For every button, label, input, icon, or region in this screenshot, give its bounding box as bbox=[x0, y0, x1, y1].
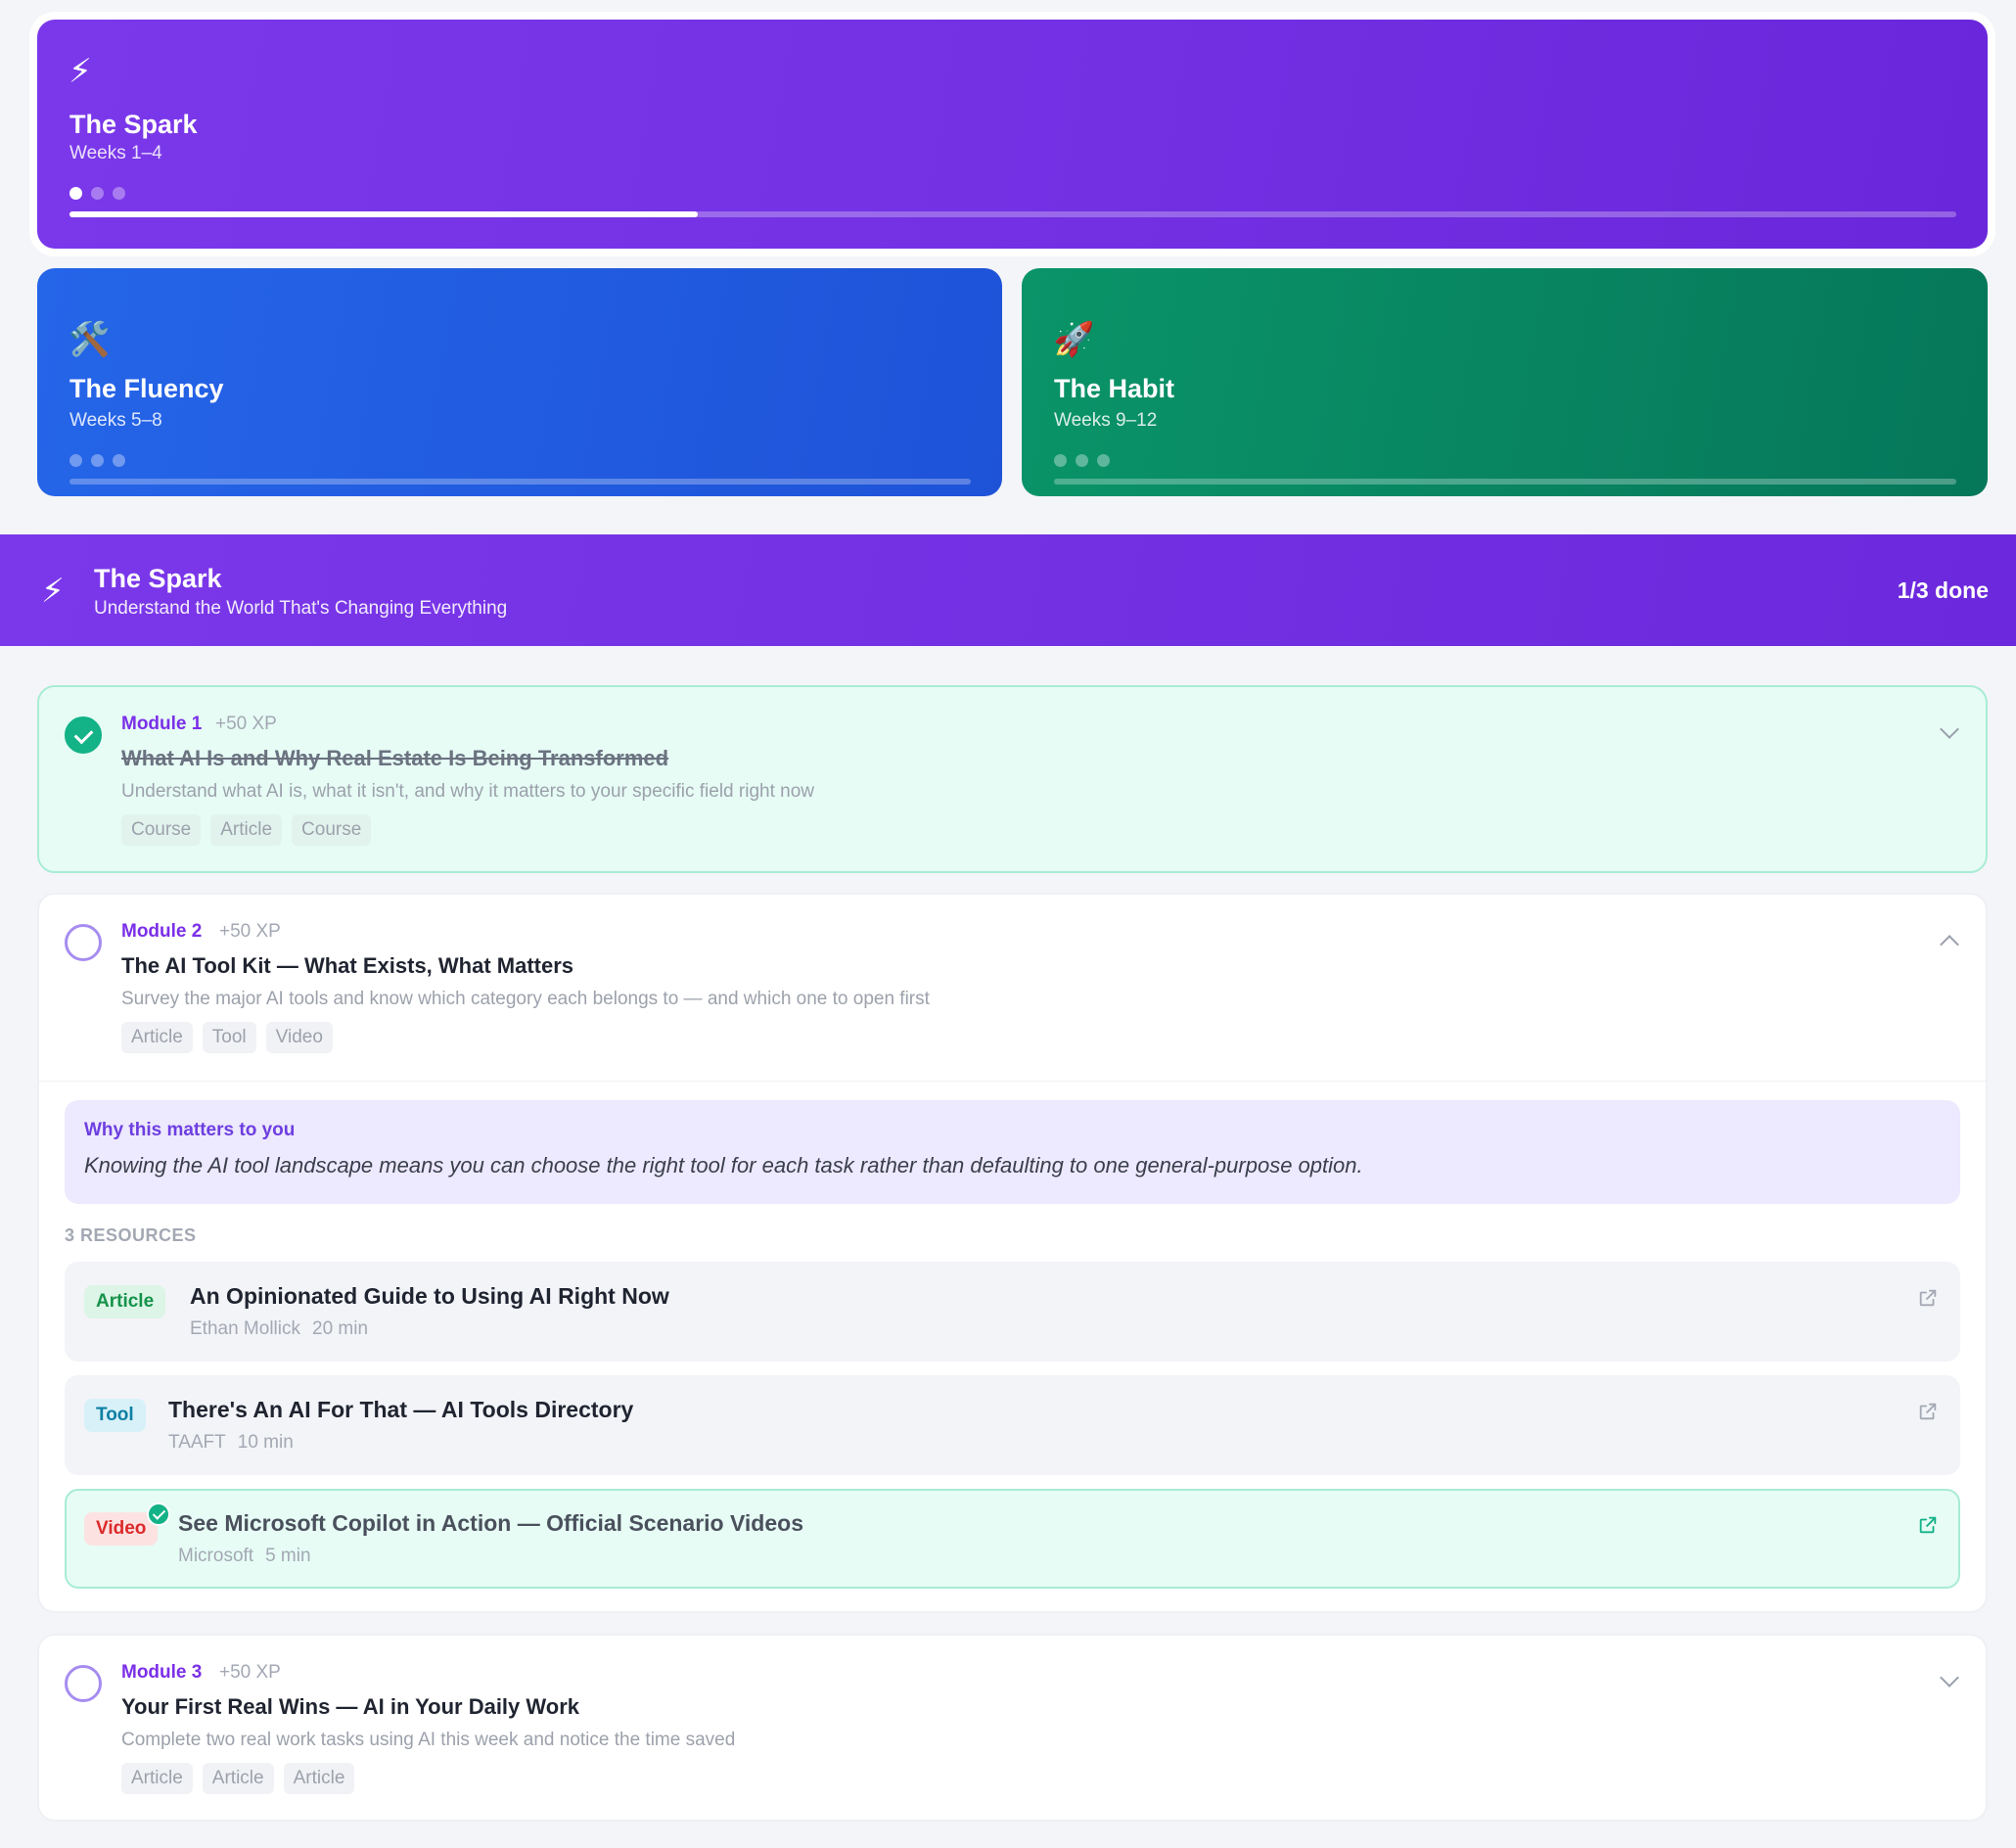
rocket-icon: 🚀 bbox=[1053, 321, 1095, 358]
section-title: The Spark bbox=[94, 564, 222, 593]
phase-module-dots bbox=[69, 454, 125, 467]
module-dot bbox=[1054, 454, 1067, 467]
resource-tag: Article bbox=[121, 1763, 193, 1794]
chevron-down-icon[interactable] bbox=[1940, 1668, 1959, 1687]
module-xp: +50 XP bbox=[215, 714, 277, 734]
external-link-icon[interactable] bbox=[1917, 1287, 1939, 1309]
resource-meta: Microsoft 5 min bbox=[178, 1546, 311, 1567]
phase-title: The Spark bbox=[69, 110, 198, 139]
phase-weeks: Weeks 9–12 bbox=[1054, 410, 1158, 431]
resource-duration: 20 min bbox=[312, 1318, 369, 1339]
module-xp: +50 XP bbox=[219, 921, 281, 942]
resource-source: TAAFT bbox=[168, 1432, 226, 1453]
resource-type-badge: Article bbox=[84, 1285, 166, 1318]
resource-duration: 5 min bbox=[265, 1546, 311, 1566]
module-description: Complete two real work tasks using AI th… bbox=[121, 1730, 736, 1750]
lightning-icon: ⚡ bbox=[69, 53, 92, 90]
resource-title: There's An AI For That — AI Tools Direct… bbox=[168, 1397, 634, 1422]
module-dot bbox=[113, 187, 125, 200]
module-title: Your First Real Wins — AI in Your Daily … bbox=[121, 1694, 579, 1719]
resource-tag: Article bbox=[202, 1763, 274, 1794]
external-link-icon[interactable] bbox=[1917, 1514, 1939, 1536]
section-header: ⚡ The Spark Understand the World That's … bbox=[0, 534, 2016, 646]
resource-title: An Opinionated Guide to Using AI Right N… bbox=[190, 1283, 669, 1309]
chevron-down-icon[interactable] bbox=[1940, 719, 1959, 739]
module-description: Survey the major AI tools and know which… bbox=[121, 989, 930, 1009]
module-card-3[interactable]: Module 3 +50 XP Your First Real Wins — A… bbox=[37, 1634, 1988, 1822]
tools-icon: 🛠️ bbox=[69, 321, 111, 358]
phase-module-dots bbox=[1054, 454, 1110, 467]
phase-progress-bar bbox=[69, 479, 971, 485]
resource-type-badge: Tool bbox=[84, 1399, 146, 1432]
resources-count: 3 RESOURCES bbox=[65, 1225, 197, 1245]
phase-weeks: Weeks 5–8 bbox=[69, 410, 162, 431]
module-dot bbox=[113, 454, 125, 467]
module-title: The AI Tool Kit — What Exists, What Matt… bbox=[121, 953, 574, 978]
divider bbox=[39, 1081, 1986, 1082]
module-label: Module 3 bbox=[121, 1662, 203, 1683]
resource-tag: Course bbox=[292, 814, 372, 846]
resource-item[interactable]: Tool There's An AI For That — AI Tools D… bbox=[65, 1375, 1960, 1475]
phase-progress-bar bbox=[69, 211, 1956, 217]
resource-tag: Tool bbox=[202, 1022, 256, 1053]
module-dot bbox=[91, 187, 104, 200]
why-title: Why this matters to you bbox=[84, 1120, 296, 1140]
module-tags: Article Tool Video bbox=[121, 1022, 333, 1053]
resource-tag: Video bbox=[265, 1022, 333, 1053]
external-link-icon[interactable] bbox=[1917, 1401, 1939, 1422]
resource-tag: Course bbox=[121, 814, 202, 846]
phase-card-habit[interactable]: 🚀 The Habit Weeks 9–12 bbox=[1022, 268, 1988, 496]
resource-title: See Microsoft Copilot in Action — Offici… bbox=[178, 1510, 803, 1536]
phase-progress-fill bbox=[69, 211, 699, 217]
module-label: Module 2 bbox=[121, 921, 203, 942]
phase-card-fluency[interactable]: 🛠️ The Fluency Weeks 5–8 bbox=[37, 268, 1002, 496]
section-progress-count: 1/3 done bbox=[1897, 578, 1989, 603]
phase-progress-bar bbox=[1054, 479, 1956, 485]
module-label: Module 1 bbox=[121, 714, 203, 734]
resource-tag: Article bbox=[121, 1022, 193, 1053]
module-dot bbox=[1097, 454, 1110, 467]
module-dot bbox=[69, 454, 82, 467]
chevron-up-icon[interactable] bbox=[1940, 935, 1959, 954]
resource-meta: TAAFT 10 min bbox=[168, 1432, 294, 1454]
section-subtitle: Understand the World That's Changing Eve… bbox=[94, 598, 508, 619]
resource-source: Microsoft bbox=[178, 1546, 254, 1566]
resource-item[interactable]: Article An Opinionated Guide to Using AI… bbox=[65, 1262, 1960, 1362]
phase-card-spark[interactable]: ⚡ The Spark Weeks 1–4 bbox=[37, 20, 1988, 249]
module-card-2[interactable]: Module 2 +50 XP The AI Tool Kit — What E… bbox=[37, 893, 1988, 1613]
resource-meta: Ethan Mollick 20 min bbox=[190, 1318, 368, 1340]
module-tags: Course Article Course bbox=[121, 814, 372, 846]
module-dot bbox=[1076, 454, 1088, 467]
resource-duration: 10 min bbox=[237, 1432, 294, 1453]
module-card-1[interactable]: Module 1 +50 XP What AI Is and Why Real … bbox=[37, 685, 1988, 873]
phase-weeks: Weeks 1–4 bbox=[69, 143, 162, 163]
completed-check-icon bbox=[147, 1502, 170, 1526]
resource-item[interactable]: Video See Microsoft Copilot in Action — … bbox=[65, 1489, 1960, 1589]
resource-tag: Article bbox=[210, 814, 283, 846]
phase-module-dots bbox=[69, 187, 125, 200]
phase-title: The Fluency bbox=[69, 374, 224, 403]
incomplete-circle-icon[interactable] bbox=[65, 924, 102, 961]
module-tags: Article Article Article bbox=[121, 1763, 355, 1794]
module-xp: +50 XP bbox=[219, 1662, 281, 1683]
resource-source: Ethan Mollick bbox=[190, 1318, 300, 1339]
module-dot bbox=[91, 454, 104, 467]
completed-check-icon[interactable] bbox=[65, 716, 102, 754]
module-description: Understand what AI is, what it isn't, an… bbox=[121, 781, 815, 802]
lightning-icon: ⚡ bbox=[41, 573, 65, 610]
module-dot bbox=[69, 187, 82, 200]
incomplete-circle-icon[interactable] bbox=[65, 1665, 102, 1702]
module-title: What AI Is and Why Real Estate Is Being … bbox=[121, 746, 669, 770]
why-text: Knowing the AI tool landscape means you … bbox=[84, 1153, 1363, 1178]
phase-title: The Habit bbox=[1054, 374, 1175, 403]
why-this-matters-box: Why this matters to you Knowing the AI t… bbox=[65, 1100, 1960, 1204]
resource-tag: Article bbox=[283, 1763, 355, 1794]
